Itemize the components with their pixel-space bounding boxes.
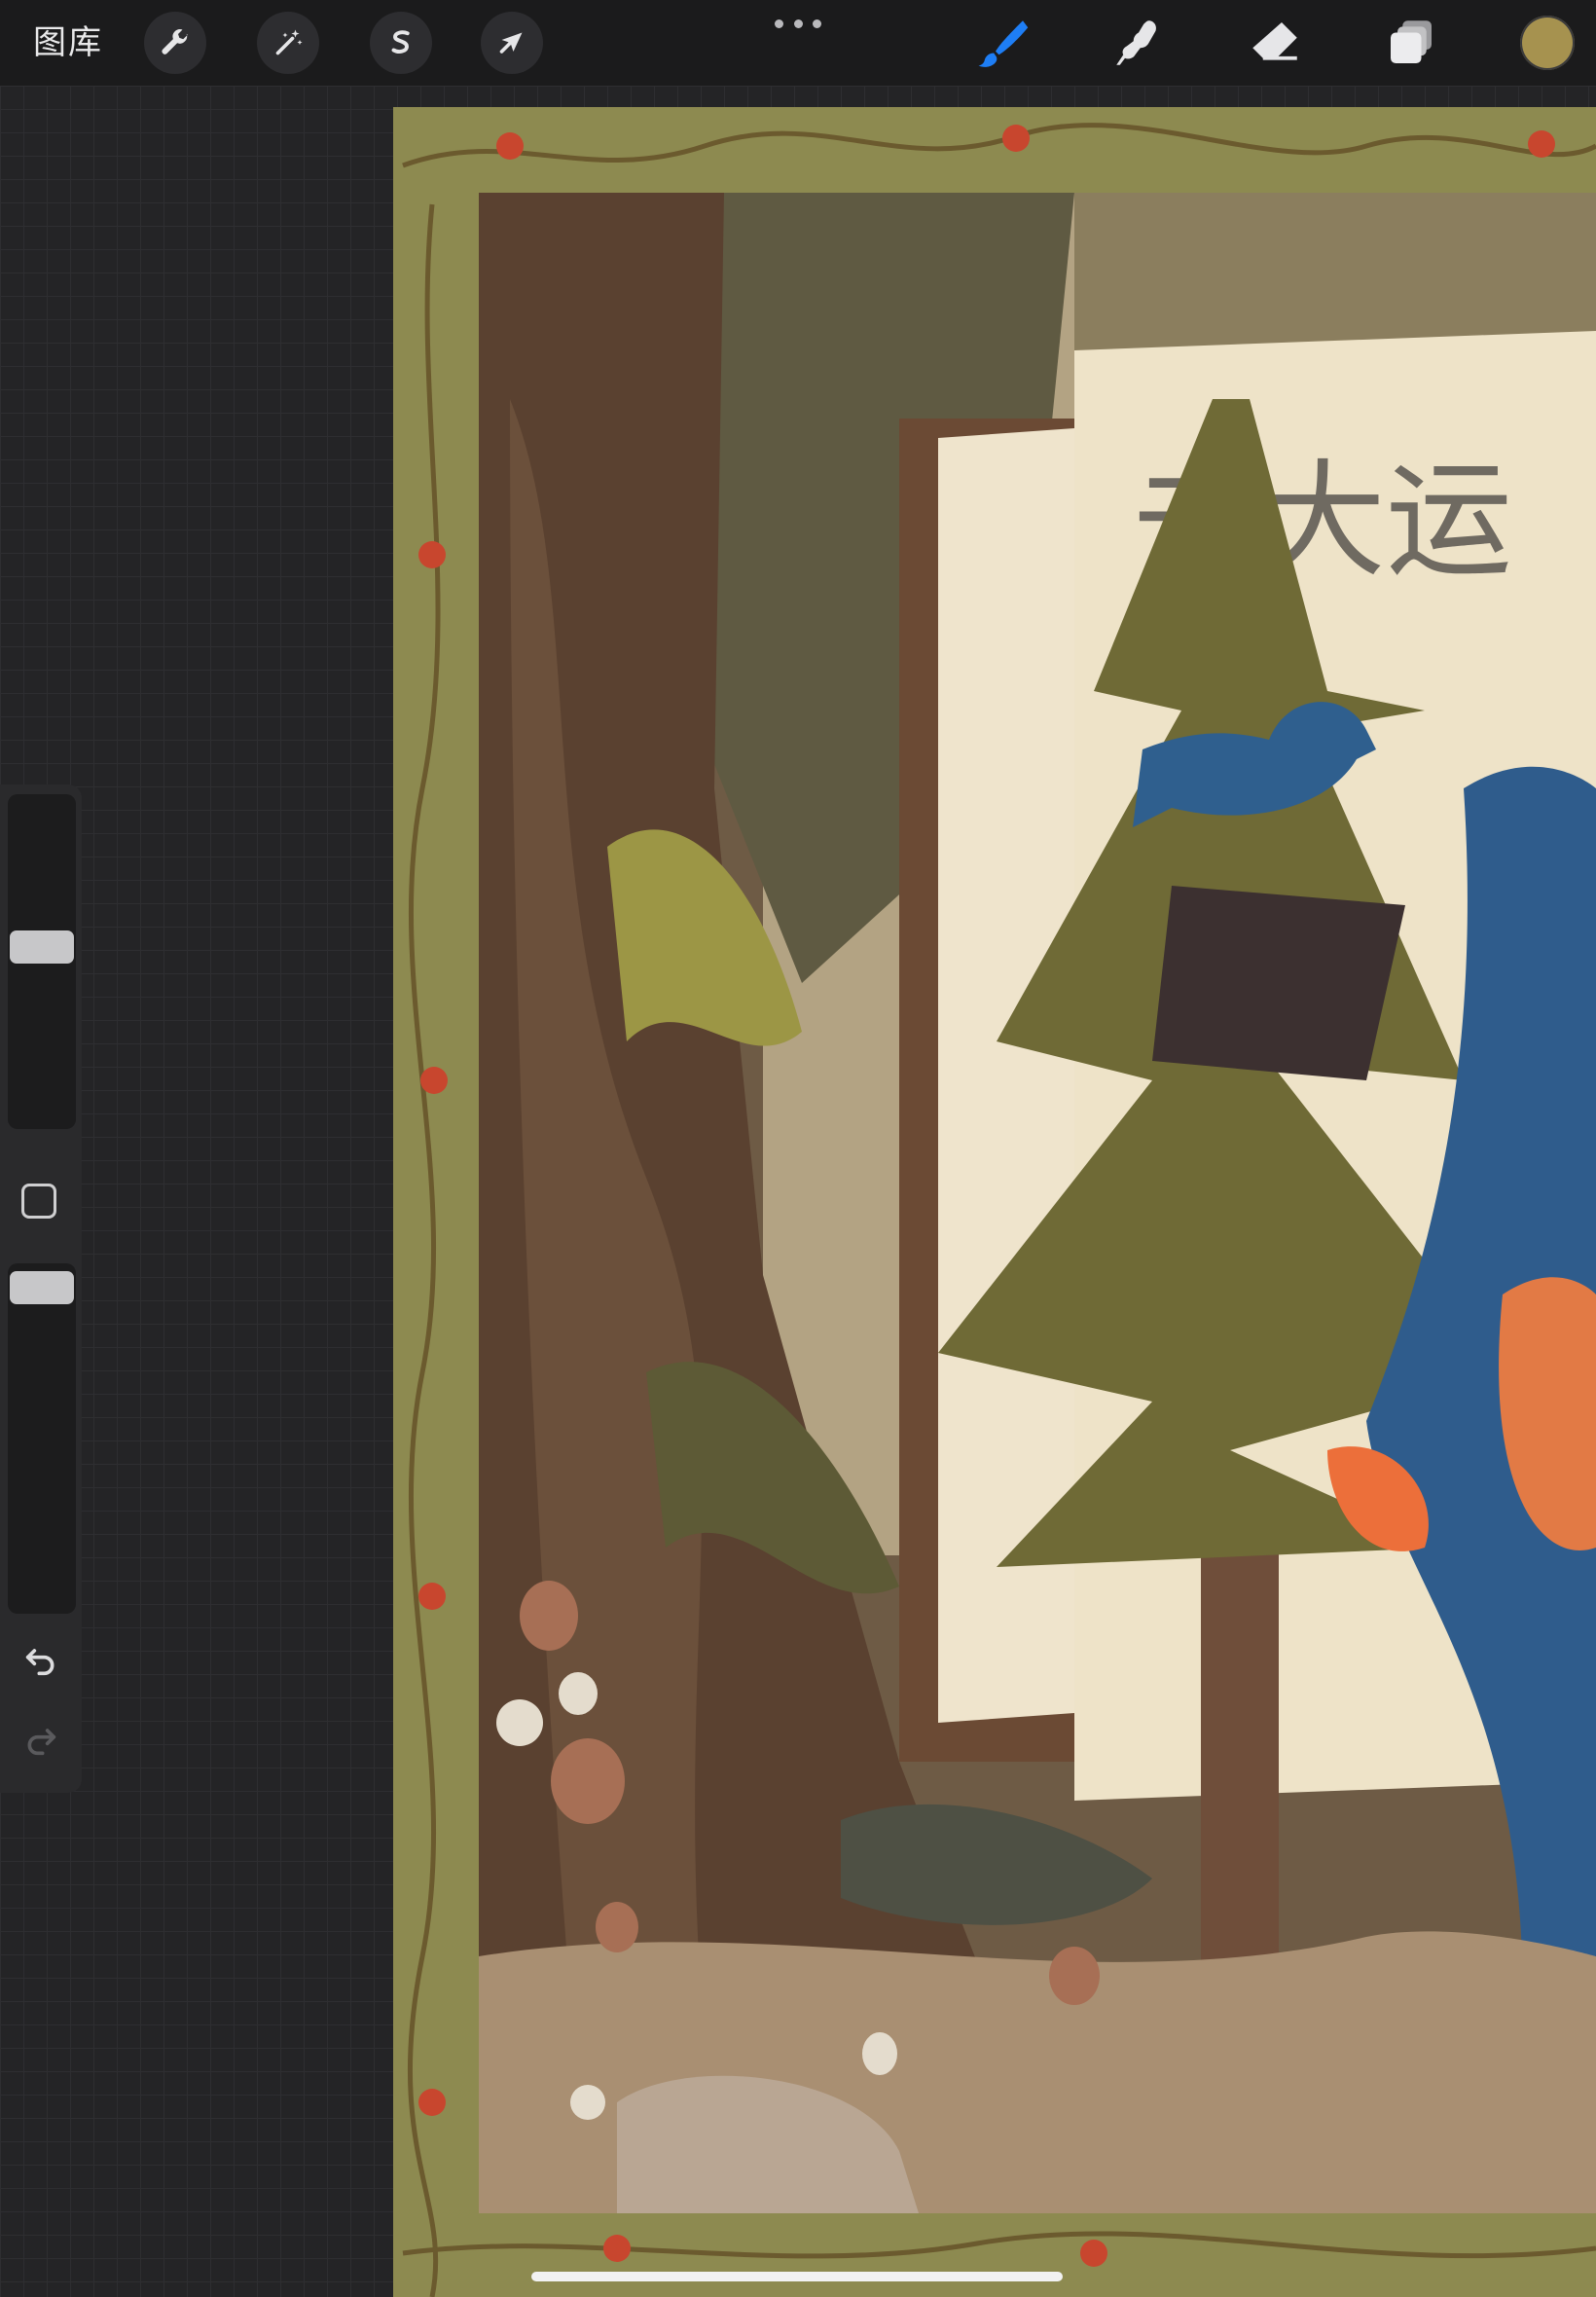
more-options-dots[interactable] [775,14,821,33]
drawing-canvas[interactable]: 去大运 [393,107,1596,2297]
layers-button[interactable] [1380,12,1442,74]
redo-icon[interactable] [21,1721,60,1760]
dot-icon [813,18,821,28]
brush-tool-button[interactable] [971,12,1034,74]
actions-button[interactable] [144,12,206,74]
selection-s-icon [391,30,410,54]
magic-wand-icon [275,29,303,55]
brush-size-slider-thumb[interactable] [10,930,74,964]
brush-icon [978,20,1029,67]
smudge-tool-button[interactable] [1107,12,1170,74]
adjustments-button[interactable] [257,12,319,74]
smudge-icon [1116,20,1156,65]
wrench-icon [162,29,188,55]
eraser-icon [1252,22,1297,60]
artwork-illustration: 去大运 [393,107,1596,2297]
dot-icon [775,18,783,28]
transform-button[interactable] [481,12,543,74]
opacity-slider[interactable] [8,1263,76,1614]
eraser-tool-button[interactable] [1244,12,1306,74]
layers-icon [1391,20,1432,63]
color-picker-button[interactable] [1520,16,1575,70]
arrow-cursor-icon [499,32,523,54]
gallery-button[interactable]: 图库 [33,21,103,64]
home-indicator[interactable] [531,2272,1063,2281]
opacity-slider-thumb[interactable] [10,1271,74,1305]
selection-button[interactable] [370,12,432,74]
undo-icon[interactable] [21,1641,60,1680]
left-sidebar [0,784,82,1793]
top-toolbar: 图库 [0,0,1596,86]
modify-button[interactable] [21,1184,56,1219]
brush-size-slider[interactable] [8,794,76,1129]
dot-icon [793,18,803,28]
